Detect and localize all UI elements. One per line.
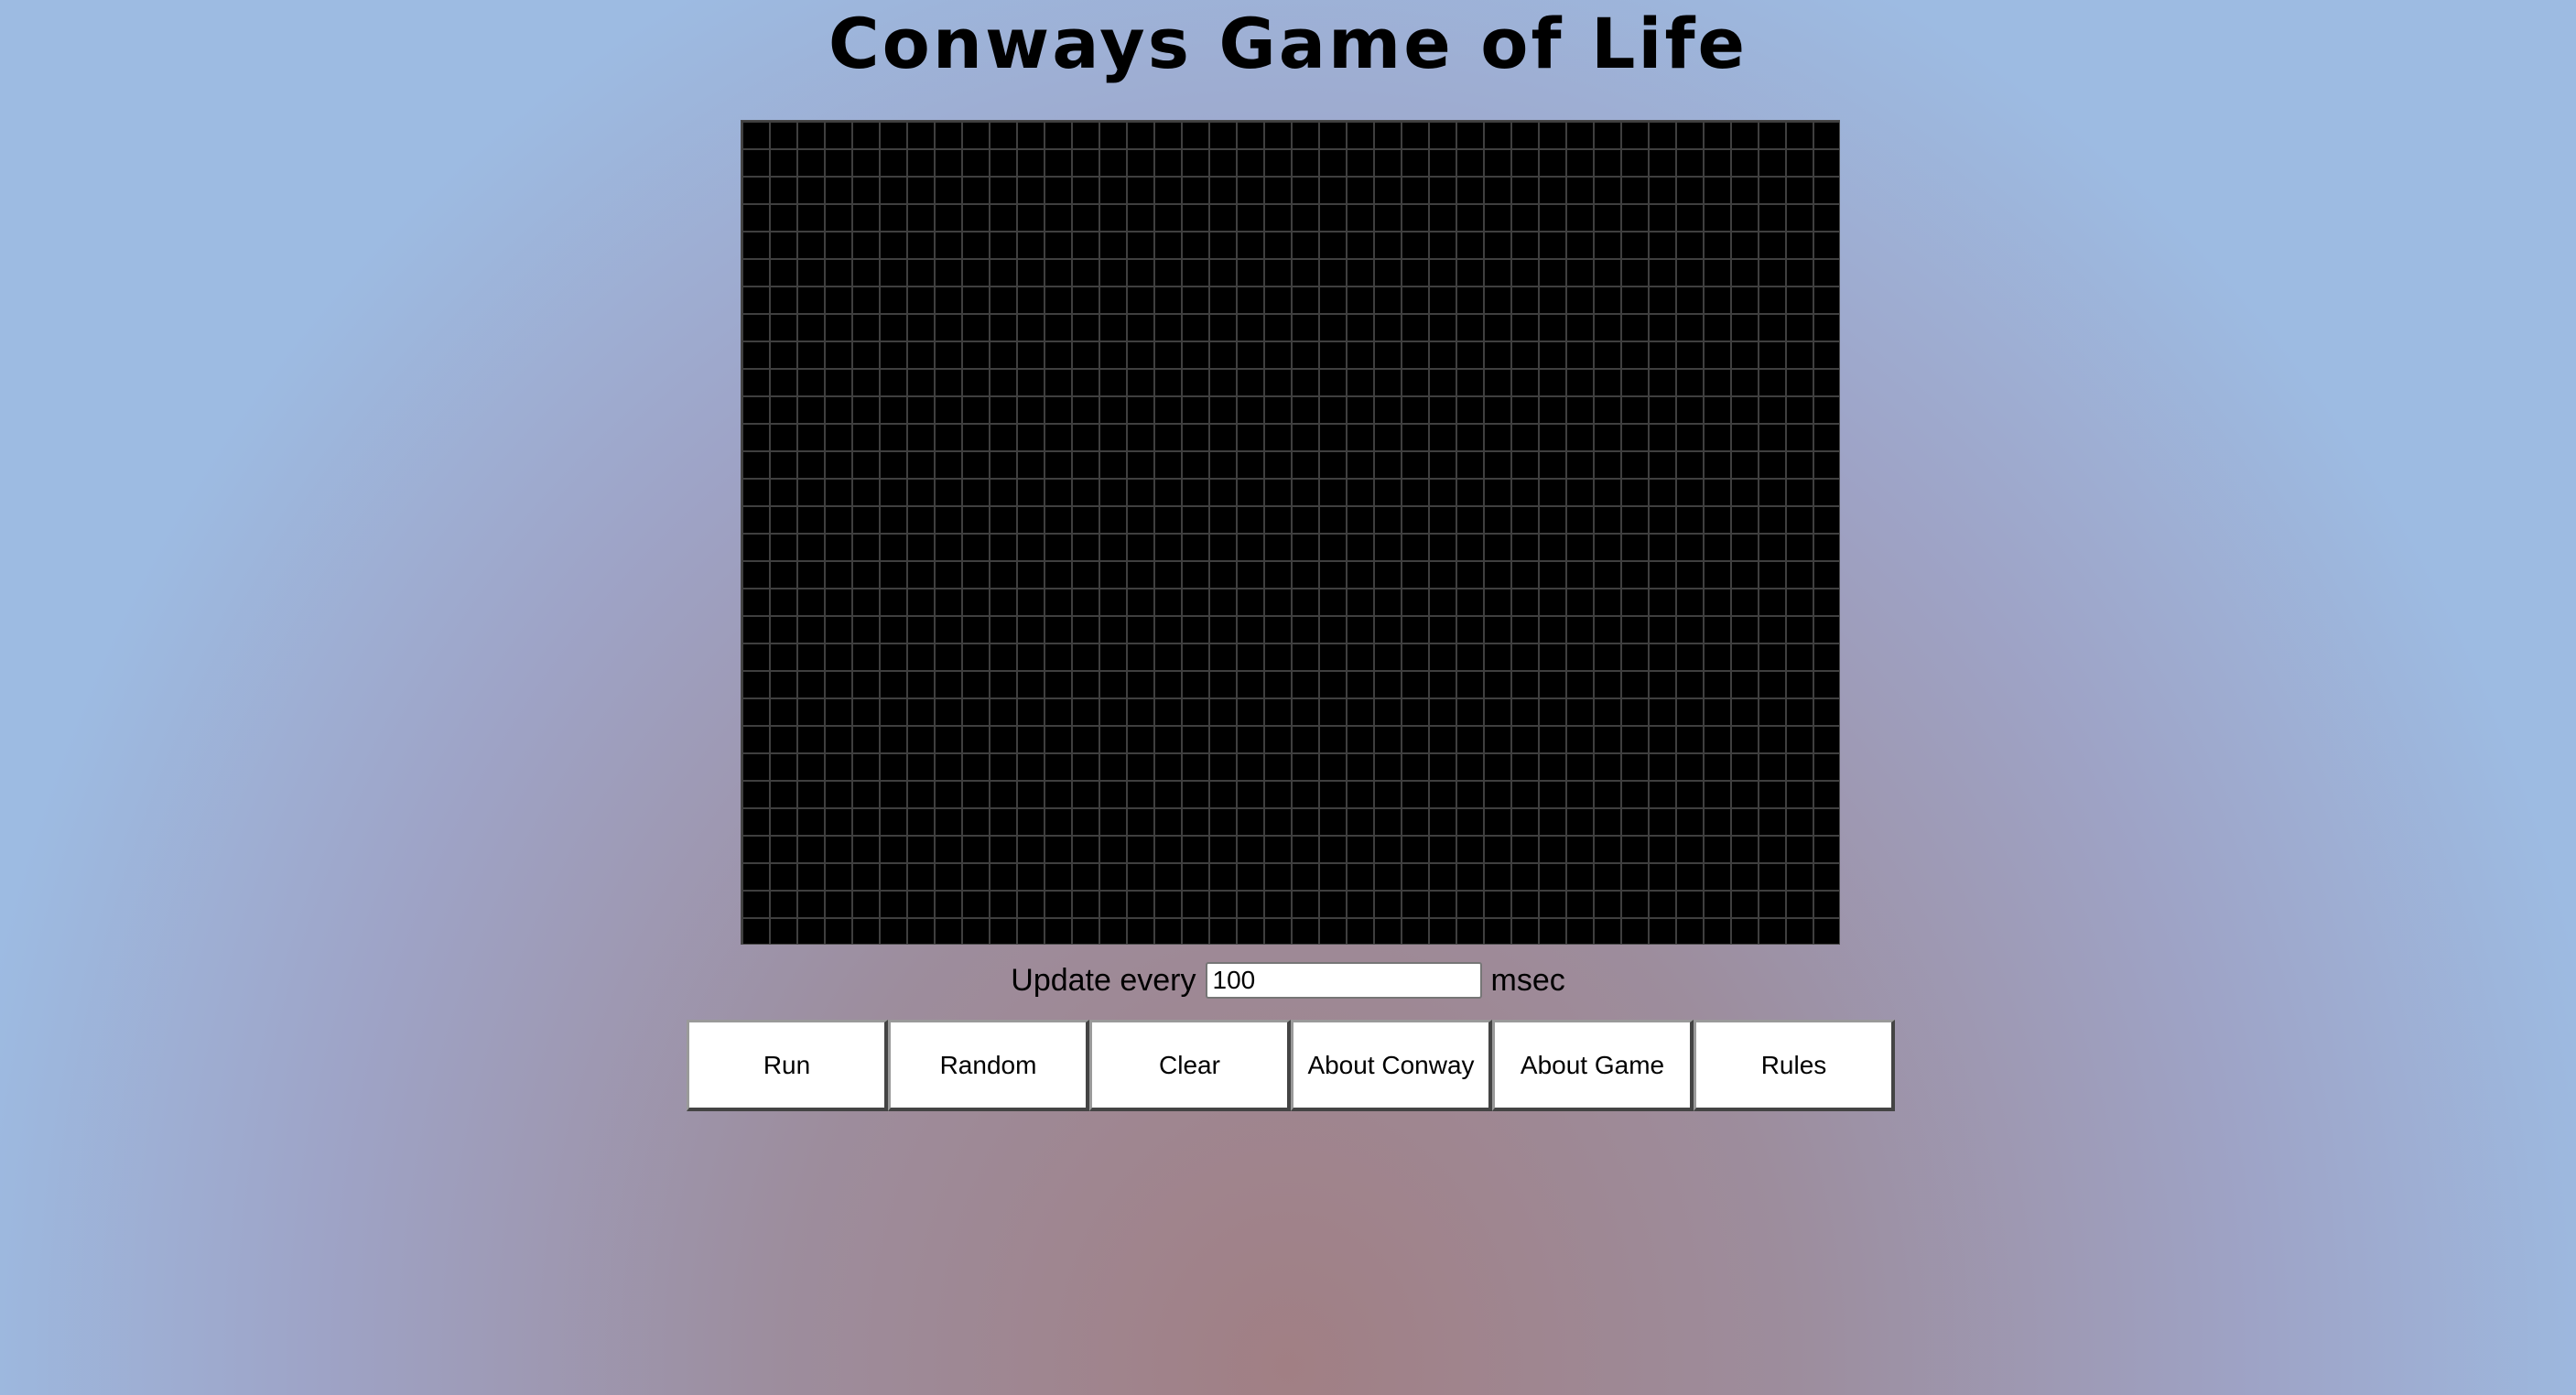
about-conway-button[interactable]: About Conway (1291, 1020, 1492, 1111)
rules-button[interactable]: Rules (1694, 1020, 1895, 1111)
random-button[interactable]: Random (888, 1020, 1089, 1111)
about-game-button[interactable]: About Game (1492, 1020, 1694, 1111)
clear-button[interactable]: Clear (1089, 1020, 1291, 1111)
run-button[interactable]: Run (687, 1020, 888, 1111)
controls-bar: Run Random Clear About Conway About Game… (687, 1020, 1895, 1111)
update-interval-input[interactable] (1205, 962, 1482, 999)
update-every-label: Update every (1011, 962, 1196, 998)
update-interval-row: Update every msec (0, 958, 2576, 1002)
page-title: Conways Game of Life (828, 3, 1748, 84)
game-board-grid[interactable] (741, 120, 1840, 945)
msec-label: msec (1490, 962, 1565, 998)
